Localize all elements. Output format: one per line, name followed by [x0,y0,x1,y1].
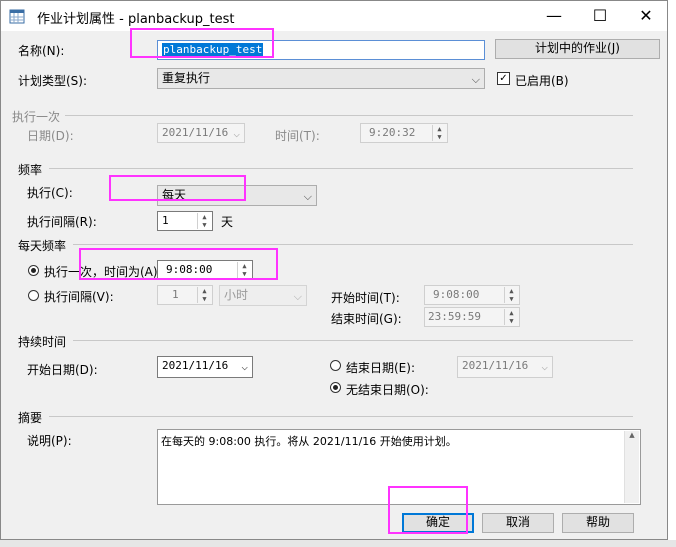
enabled-checkbox[interactable]: ✓ [497,72,510,85]
divider [49,168,633,169]
end-date-radio[interactable] [330,360,341,371]
occurs-every-label: 执行间隔(V): [44,290,114,304]
daily-frequency-heading: 每天频率 [18,239,67,253]
end-date-value: 2021/11/16 [462,359,529,372]
chevron-down-icon: ⌵ [471,73,480,86]
once-time-input[interactable]: 9:20:32 ▲ ▼ [360,123,448,143]
scrollbar[interactable]: ▲ [624,431,639,503]
spin-buttons-icon[interactable]: ▲ ▼ [197,213,211,229]
enabled-label: 已启用(B) [515,74,569,88]
recurs-unit-label: 天 [221,215,234,229]
no-end-date-label: 无结束日期(O): [346,383,429,397]
title-bar: 作业计划属性 - planbackup_test — ☐ ✕ [1,1,667,31]
divider [65,115,633,116]
chevron-down-icon: ⌵ [303,190,312,203]
recurs-every-input[interactable]: 1 ▲ ▼ [157,211,213,231]
occurs-label: 执行(C): [27,186,73,200]
jobs-in-schedule-button[interactable]: 计划中的作业(J) [495,39,660,59]
duration-section-heading: 持续时间 [18,335,67,349]
chevron-down-icon: ⌵ [293,290,302,303]
end-date-label: 结束日期(E): [346,361,415,375]
window-title: 作业计划属性 - planbackup_test [37,12,235,27]
highlight-box [79,248,278,280]
highlight-box [130,28,274,58]
calendar-icon [9,9,25,24]
once-date-label: 日期(D): [27,129,74,143]
once-date-input[interactable]: 2021/11/16 ⌵ [157,123,245,143]
close-button[interactable]: ✕ [623,1,669,31]
divider [73,340,633,341]
spin-buttons-icon[interactable]: ▲ ▼ [504,287,518,303]
dialog-window: 作业计划属性 - planbackup_test — ☐ ✕ 名称(N): pl… [0,0,668,540]
cancel-button[interactable]: 取消 [482,513,554,533]
occurs-every-value: 1 [172,288,179,301]
spin-buttons-icon[interactable]: ▲ ▼ [504,309,518,325]
schedule-type-value: 重复执行 [162,71,211,85]
once-time-label: 时间(T): [275,129,320,143]
schedule-type-select[interactable]: 重复执行 ⌵ [157,68,485,89]
start-time-input[interactable]: 9:08:00 ▲ ▼ [424,285,520,305]
background-window-edge [668,0,676,547]
end-time-value: 23:59:59 [428,310,481,323]
spin-buttons-icon[interactable]: ▲ ▼ [432,125,446,141]
description-label: 说明(P): [27,434,72,448]
no-end-date-radio[interactable] [330,382,341,393]
summary-section-heading: 摘要 [18,411,43,425]
divider [49,416,633,417]
maximize-button[interactable]: ☐ [577,1,623,31]
chevron-down-icon: ⌵ [233,127,240,140]
description-value: 在每天的 9:08:00 执行。将从 2021/11/16 开始使用计划。 [161,435,457,448]
occurs-every-radio[interactable] [28,290,39,301]
start-time-label: 开始时间(T): [331,291,400,305]
schedule-type-label: 计划类型(S): [18,74,88,88]
divider [73,244,633,245]
recurs-every-label: 执行间隔(R): [27,215,97,229]
spin-buttons-icon[interactable]: ▲ ▼ [197,287,211,303]
chevron-down-icon: ⌵ [241,360,248,373]
once-section-heading: 执行一次 [12,110,61,124]
help-button[interactable]: 帮助 [562,513,634,533]
start-time-value: 9:08:00 [433,288,480,301]
end-date-input[interactable]: 2021/11/16 ⌵ [457,356,553,378]
occurs-every-unit-value: 小时 [224,288,249,302]
frequency-section-heading: 频率 [18,163,43,177]
duration-start-value: 2021/11/16 [162,359,229,372]
occurs-once-radio[interactable] [28,265,39,276]
end-time-input[interactable]: 23:59:59 ▲ ▼ [424,307,520,327]
recurs-every-value: 1 [162,214,169,227]
duration-start-input[interactable]: 2021/11/16 ⌵ [157,356,253,378]
end-time-label: 结束时间(G): [331,312,402,326]
duration-start-label: 开始日期(D): [27,363,98,377]
once-date-value: 2021/11/16 [162,126,229,139]
highlight-box [109,175,246,201]
highlight-box [388,486,468,534]
once-time-value: 9:20:32 [369,126,416,139]
chevron-down-icon: ⌵ [541,360,548,373]
background-window-bottom [0,540,676,547]
minimize-button[interactable]: — [531,1,577,31]
occurs-every-unit-select[interactable]: 小时 ⌵ [219,285,307,306]
occurs-every-input[interactable]: 1 ▲ ▼ [157,285,213,305]
name-label: 名称(N): [18,44,65,58]
